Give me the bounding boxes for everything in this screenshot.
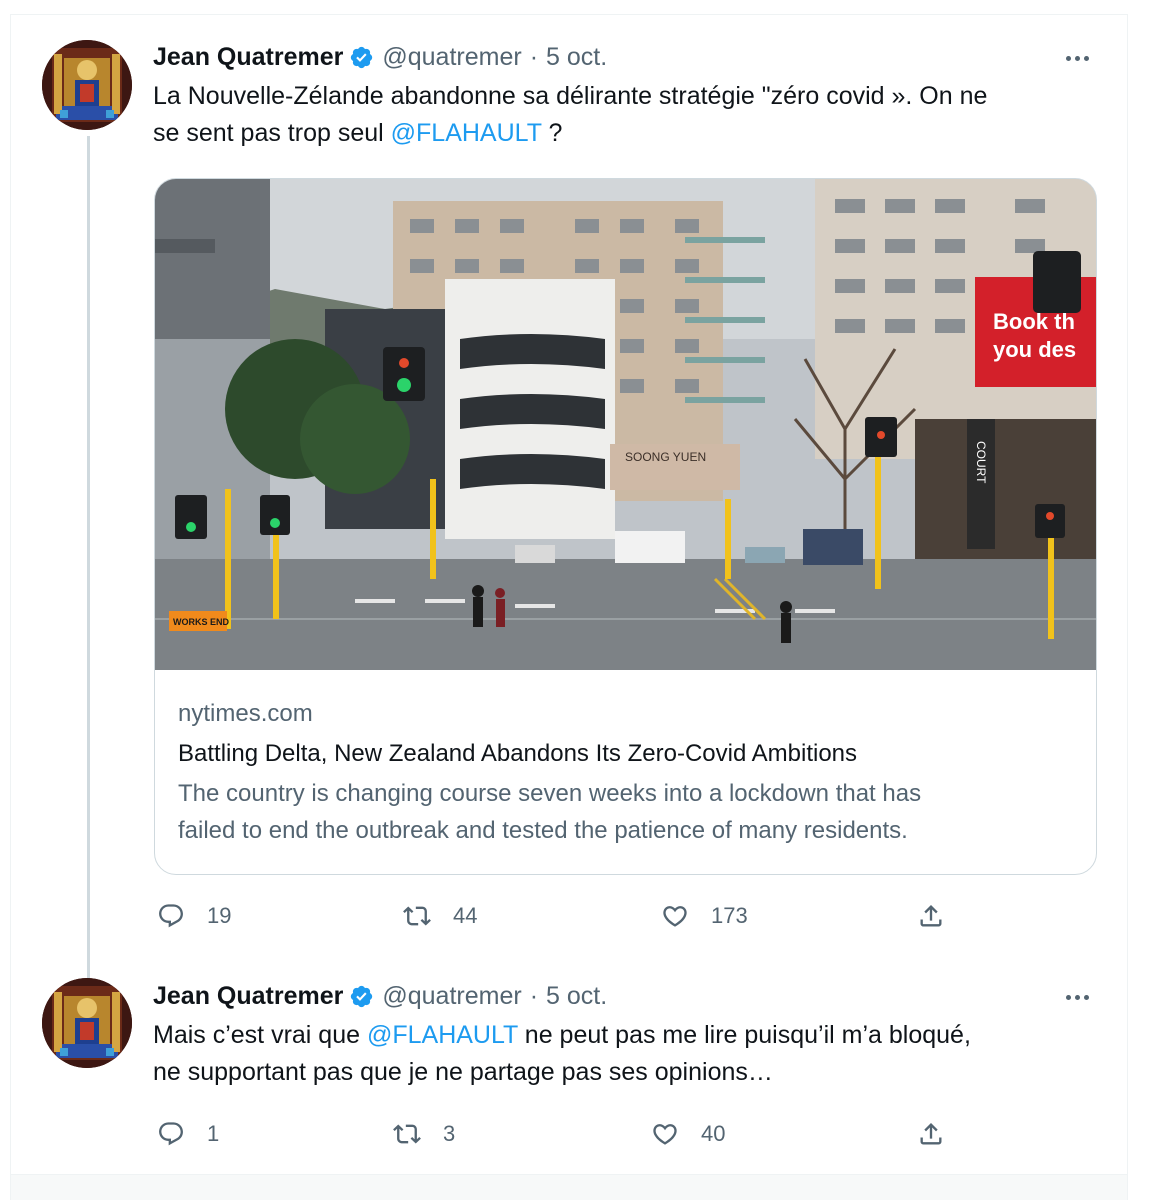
tweet-text-segment: Mais c’est vrai que <box>153 1021 367 1049</box>
reply-button[interactable]: 1 <box>157 1116 219 1152</box>
card-description-line: failed to end the outbreak and tested th… <box>178 817 908 844</box>
like-button[interactable]: 40 <box>651 1116 725 1152</box>
like-count: 173 <box>711 903 748 928</box>
reply-button[interactable]: 19 <box>157 898 231 934</box>
author-handle[interactable]: @quatremer <box>382 982 521 1011</box>
tweet-text: Mais c’est vrai que @FLAHAULT ne peut pa… <box>153 1017 1103 1091</box>
tweet-text-line: La Nouvelle-Zélande abandonne sa déliran… <box>153 82 988 110</box>
billboard-text: you des <box>993 337 1076 362</box>
retweet-icon <box>403 902 431 930</box>
retweet-count: 44 <box>453 903 478 928</box>
card-domain: nytimes.com <box>178 700 313 727</box>
reply-icon <box>157 1120 185 1148</box>
card-description: The country is changing course seven wee… <box>178 775 1073 849</box>
retweet-button[interactable]: 44 <box>403 898 477 934</box>
author-avatar[interactable] <box>42 40 132 130</box>
timeline-column: Jean Quatremer @quatremer · 5 oct. La No… <box>10 14 1128 1200</box>
separator-dot: · <box>529 42 539 71</box>
thread-connector-line <box>87 136 90 982</box>
court-sign: COURT <box>974 441 988 484</box>
shop-sign: SOONG YUEN <box>625 450 706 464</box>
link-preview-card[interactable]: Book th you des COURT SOONG YUEN WORKS E… <box>154 178 1097 875</box>
heart-icon <box>651 1120 679 1148</box>
tweet-date[interactable]: 5 oct. <box>546 43 607 72</box>
tweet-actions: 1 3 40 <box>153 1116 953 1152</box>
verified-badge-icon <box>349 45 374 70</box>
card-title: Battling Delta, New Zealand Abandons Its… <box>178 740 858 767</box>
more-horizontal-icon[interactable] <box>1059 46 1095 70</box>
author-name[interactable]: Jean Quatremer <box>153 982 343 1011</box>
tweet-text: La Nouvelle-Zélande abandonne sa déliran… <box>153 78 1103 152</box>
retweet-button[interactable]: 3 <box>393 1116 455 1152</box>
verified-badge-icon <box>349 984 374 1009</box>
separator-dot: · <box>529 981 539 1010</box>
mention-link[interactable]: @FLAHAULT <box>391 119 542 147</box>
street-photo: Book th you des COURT SOONG YUEN WORKS E… <box>155 179 1096 670</box>
tweet-text-line: se sent pas trop seul @FLAHAULT ? <box>153 115 1103 152</box>
tweet-header: Jean Quatremer @quatremer · 5 oct. <box>153 40 607 74</box>
avatar-image <box>42 978 132 1068</box>
reply-count: 1 <box>207 1121 220 1146</box>
tweet-date[interactable]: 5 oct. <box>546 982 607 1011</box>
author-avatar[interactable] <box>42 978 132 1068</box>
tweet-actions: 19 44 173 <box>153 898 953 934</box>
reply-icon <box>157 902 185 930</box>
share-button[interactable] <box>917 898 945 934</box>
like-button[interactable]: 173 <box>661 898 748 934</box>
tweet-text-segment: ne peut pas me lire puisqu’il m’a bloqué… <box>517 1021 971 1049</box>
avatar-image <box>42 40 132 130</box>
tweet-header: Jean Quatremer @quatremer · 5 oct. <box>153 979 607 1013</box>
reply-count: 19 <box>207 903 232 928</box>
works-end-sign: WORKS END <box>173 617 230 627</box>
retweet-icon <box>393 1120 421 1148</box>
card-description-line: The country is changing course seven wee… <box>178 780 922 807</box>
mention-link[interactable]: @FLAHAULT <box>367 1021 518 1049</box>
more-horizontal-icon[interactable] <box>1059 985 1095 1009</box>
tweet-text-line: Mais c’est vrai que @FLAHAULT ne peut pa… <box>153 1017 1103 1054</box>
share-icon <box>917 1120 945 1148</box>
share-button[interactable] <box>917 1116 945 1152</box>
author-name[interactable]: Jean Quatremer <box>153 43 343 72</box>
tweet-text-line: ne supportant pas que je ne partage pas … <box>153 1058 773 1086</box>
retweet-count: 3 <box>443 1121 456 1146</box>
tweet-text-segment: se sent pas trop seul <box>153 119 391 147</box>
tweet-text-segment: ? <box>541 119 563 147</box>
heart-icon <box>661 902 689 930</box>
column-top-border <box>11 14 1127 15</box>
author-handle[interactable]: @quatremer <box>382 43 521 72</box>
card-info: nytimes.com Battling Delta, New Zealand … <box>178 697 1073 849</box>
next-tweet-divider <box>11 1174 1127 1200</box>
card-image: Book th you des COURT SOONG YUEN WORKS E… <box>155 179 1096 670</box>
like-count: 40 <box>701 1121 726 1146</box>
share-icon <box>917 902 945 930</box>
